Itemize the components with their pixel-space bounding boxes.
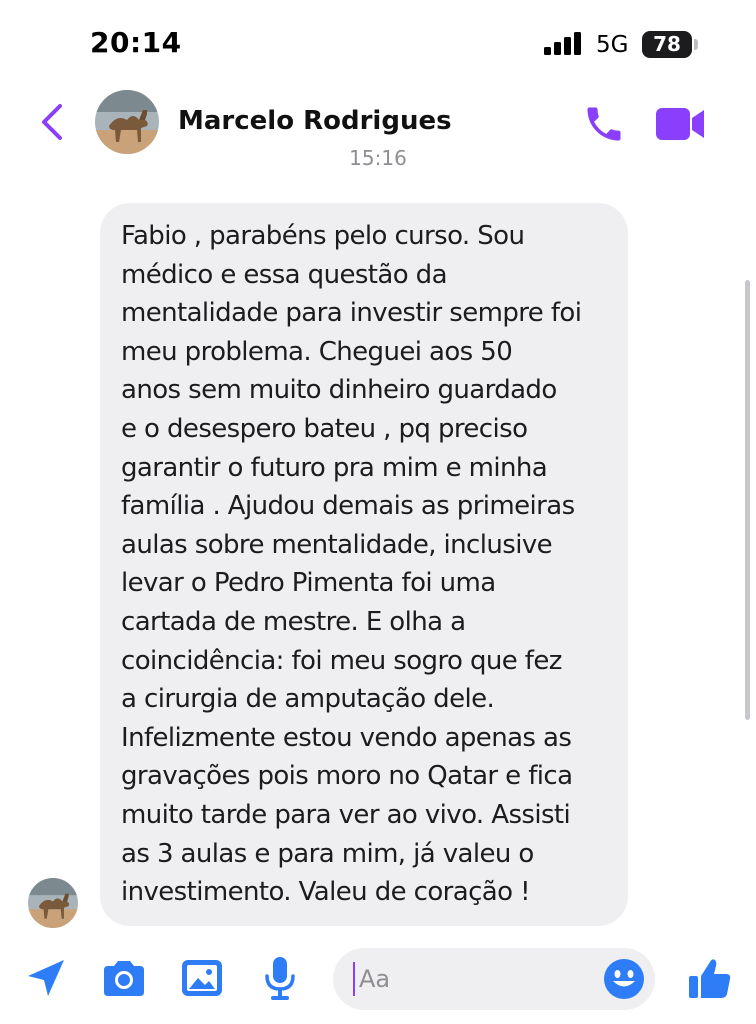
- battery-indicator: 78: [642, 31, 692, 58]
- back-chevron-icon[interactable]: [32, 100, 72, 144]
- timestamp-label: 15:16: [349, 150, 407, 170]
- phone-icon[interactable]: [582, 102, 626, 146]
- sender-avatar[interactable]: [28, 878, 78, 928]
- signal-icon: [544, 32, 581, 55]
- contact-avatar[interactable]: [95, 90, 159, 154]
- video-camera-icon[interactable]: [656, 104, 706, 144]
- contact-name[interactable]: Marcelo Rodrigues: [178, 106, 452, 136]
- network-label: 5G: [596, 32, 629, 58]
- microphone-icon[interactable]: [256, 954, 304, 1002]
- image-icon[interactable]: [178, 954, 226, 1002]
- message-input[interactable]: Aa: [333, 948, 655, 1010]
- thumbs-up-icon[interactable]: [686, 954, 734, 1002]
- emoji-icon[interactable]: [603, 958, 645, 1000]
- message-bubble[interactable]: Fabio , parabéns pelo curso. Sou médico …: [100, 203, 628, 926]
- camera-icon[interactable]: [100, 954, 148, 1002]
- scroll-indicator[interactable]: [745, 280, 750, 720]
- status-time: 20:14: [90, 26, 182, 59]
- battery-cap: [694, 39, 698, 50]
- message-text: Fabio , parabéns pelo curso. Sou médico …: [121, 221, 582, 908]
- message-input-placeholder: Aa: [359, 965, 391, 993]
- chat-header: Marcelo Rodrigues: [0, 90, 756, 156]
- message-timestamp: 15:16: [300, 150, 456, 174]
- location-arrow-icon[interactable]: [22, 954, 70, 1002]
- status-bar: 20:14 5G 78: [0, 0, 756, 90]
- composer-bar: Aa: [0, 936, 756, 1024]
- text-caret: [353, 962, 355, 996]
